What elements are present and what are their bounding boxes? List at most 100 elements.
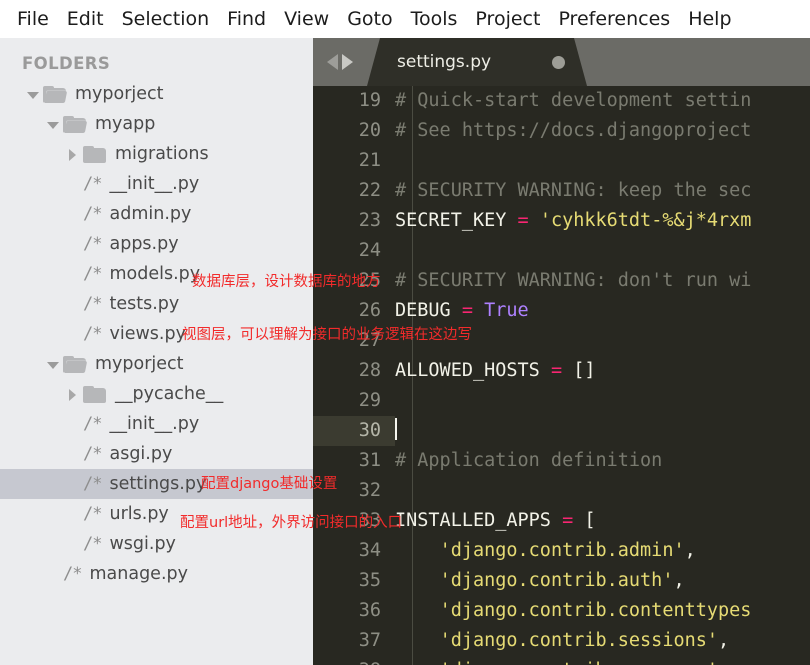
code-token-kw: True xyxy=(484,300,529,321)
arrow-left-icon[interactable] xyxy=(327,54,338,70)
menu-item-view[interactable]: View xyxy=(275,8,338,31)
code-token-str: 'django.contrib.contenttypes xyxy=(439,600,752,621)
chevron-down-icon[interactable] xyxy=(46,118,59,131)
code-line-19[interactable]: 19 # Quick-start development settin xyxy=(313,86,810,116)
tree-file-initpy[interactable]: /* __init__.py xyxy=(0,409,313,439)
code-token-pun: , xyxy=(673,570,685,591)
code-token-pad xyxy=(395,600,440,621)
code-line-25[interactable]: 25 # SECURITY WARNING: don't run wi xyxy=(313,266,810,296)
code-token-op: = xyxy=(550,360,574,381)
code-line-28[interactable]: 28 ALLOWED_HOSTS = [] xyxy=(313,356,810,386)
code-line-text: 'django.contrib.messages', xyxy=(395,656,810,665)
menu-item-selection[interactable]: Selection xyxy=(113,8,219,31)
chevron-right-icon[interactable] xyxy=(66,148,79,161)
menu-item-goto[interactable]: Goto xyxy=(338,8,401,31)
tree-item-label: migrations xyxy=(115,144,209,164)
code-token-str: 'cyhkk6tdt-%&j*4rxm xyxy=(539,210,752,231)
folder-closed-icon xyxy=(83,145,106,163)
folder-flap xyxy=(64,120,88,133)
tree-item-label: __init__.py xyxy=(109,174,200,194)
chevron-right-icon[interactable] xyxy=(66,388,79,401)
code-line-35[interactable]: 35 'django.contrib.auth', xyxy=(313,566,810,596)
tree-item-label: __pycache__ xyxy=(115,384,224,404)
py-file-icon: /* xyxy=(83,474,103,494)
tree-item-label: __init__.py xyxy=(109,414,200,434)
menu-item-help[interactable]: Help xyxy=(679,8,740,31)
line-number: 22 xyxy=(358,180,381,201)
tree-file-adminpy[interactable]: /* admin.py xyxy=(0,199,313,229)
code-area[interactable]: 19 # Quick-start development settin 20 # Se… xyxy=(313,86,810,665)
code-line-36[interactable]: 36 'django.contrib.contenttypes xyxy=(313,596,810,626)
code-token-pun: , xyxy=(718,630,730,651)
folder-flap xyxy=(44,90,68,103)
code-line-text: ALLOWED_HOSTS = [] xyxy=(395,356,810,386)
tree-folder-myapp[interactable]: myapp xyxy=(0,109,313,139)
line-number: 35 xyxy=(358,570,381,591)
tree-file-appspy[interactable]: /* apps.py xyxy=(0,229,313,259)
code-line-37[interactable]: 37 'django.contrib.sessions', xyxy=(313,626,810,656)
annotation-settingspy: 配置django基础设置 xyxy=(201,476,338,492)
tree-folder-pycache[interactable]: __pycache__ xyxy=(0,379,313,409)
menu-item-preferences[interactable]: Preferences xyxy=(549,8,679,31)
folder-open-icon xyxy=(63,355,88,373)
code-line-26[interactable]: 26 DEBUG = True xyxy=(313,296,810,326)
code-line-text: DEBUG = True xyxy=(395,296,810,326)
line-number: 20 xyxy=(358,120,381,141)
menu-item-project[interactable]: Project xyxy=(466,8,549,31)
tree-file-managepy[interactable]: /* manage.py xyxy=(0,559,313,589)
sublime-text-window: File Edit Selection Find View Goto Tools Projec… xyxy=(0,0,810,665)
tree-folder-myporject[interactable]: myporject xyxy=(0,349,313,379)
code-line-21[interactable]: 21 xyxy=(313,146,810,176)
tab-label: settings.py xyxy=(397,52,492,72)
code-line-text: SECRET_KEY = 'cyhkk6tdt-%&j*4rxm xyxy=(395,206,810,236)
menu-item-edit[interactable]: Edit xyxy=(58,8,113,31)
arrow-right-icon[interactable] xyxy=(342,54,353,70)
tree-item-label: myapp xyxy=(95,114,156,134)
code-line-32[interactable]: 32 xyxy=(313,476,810,506)
code-line-24[interactable]: 24 xyxy=(313,236,810,266)
menu-item-tools[interactable]: Tools xyxy=(402,8,467,31)
code-line-31[interactable]: 31 # Application definition xyxy=(313,446,810,476)
py-file-icon: /* xyxy=(83,204,103,224)
text-cursor xyxy=(395,418,397,440)
code-line-22[interactable]: 22 # SECURITY WARNING: keep the sec xyxy=(313,176,810,206)
chevron-down-icon[interactable] xyxy=(46,358,59,371)
tree-folder-migrations[interactable]: migrations xyxy=(0,139,313,169)
menu-item-find[interactable]: Find xyxy=(218,8,275,31)
code-line-38[interactable]: 38 'django.contrib.messages', xyxy=(313,656,810,665)
line-number: 24 xyxy=(358,240,381,261)
code-line-20[interactable]: 20 # See https://docs.djangoproject xyxy=(313,116,810,146)
code-token-op: = xyxy=(461,300,485,321)
tree-file-asgipy[interactable]: /* asgi.py xyxy=(0,439,313,469)
tree-file-initpy[interactable]: /* __init__.py xyxy=(0,169,313,199)
tree-file-wsgipy[interactable]: /* wsgi.py xyxy=(0,529,313,559)
tree-file-testspy[interactable]: /* tests.py xyxy=(0,289,313,319)
code-token-str: 'django.contrib.admin' xyxy=(439,540,685,561)
code-line-29[interactable]: 29 xyxy=(313,386,810,416)
unsaved-dot-icon[interactable] xyxy=(552,56,565,69)
code-line-text: # SECURITY WARNING: don't run wi xyxy=(395,266,810,296)
tab-settings-py[interactable]: settings.py xyxy=(367,38,587,86)
line-number: 19 xyxy=(358,90,381,111)
chevron-down-icon[interactable] xyxy=(26,88,39,101)
folder-closed-icon xyxy=(83,385,106,403)
code-line-30[interactable]: 30 xyxy=(313,416,810,446)
code-token-pad xyxy=(395,660,440,665)
code-token-cmt: # Quick-start development settin xyxy=(395,90,752,111)
line-number: 36 xyxy=(358,600,381,621)
code-line-23[interactable]: 23 SECRET_KEY = 'cyhkk6tdt-%&j*4rxm xyxy=(313,206,810,236)
menu-item-file[interactable]: File xyxy=(8,8,58,31)
line-number: 37 xyxy=(358,630,381,651)
code-line-34[interactable]: 34 'django.contrib.admin', xyxy=(313,536,810,566)
tab-nav-arrows[interactable] xyxy=(313,54,367,70)
tree-folder-myporject[interactable]: myporject xyxy=(0,79,313,109)
